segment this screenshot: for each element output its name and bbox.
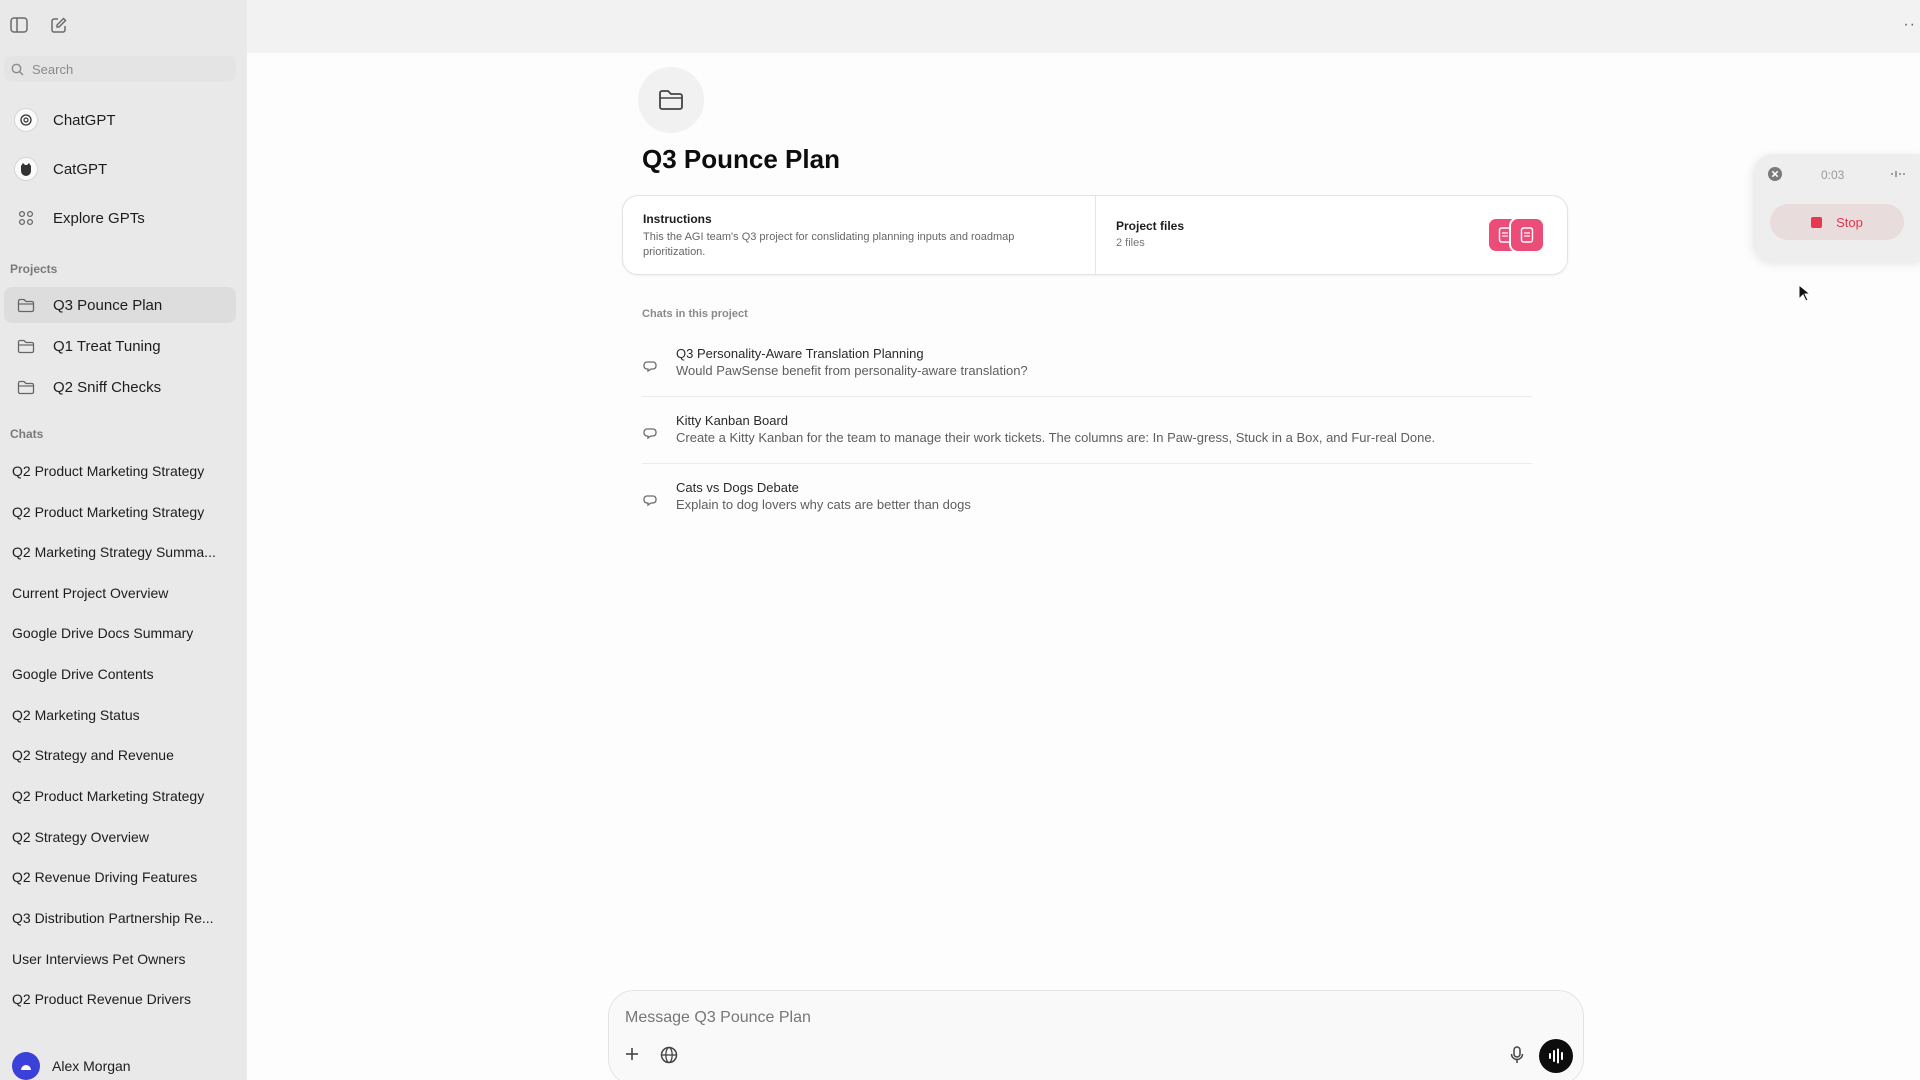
stop-icon (1811, 216, 1823, 228)
chat-list-item[interactable]: Q2 Revenue Driving Features (4, 860, 236, 894)
add-attachment-icon[interactable] (623, 1045, 641, 1068)
project-chats-label: Chats in this project (642, 308, 748, 320)
folder-icon (14, 334, 38, 358)
chat-list-item[interactable]: Q2 Strategy Overview (4, 820, 236, 854)
chat-list-item[interactable]: Q2 Product Marketing Strategy (4, 779, 236, 813)
instructions-panel[interactable]: Instructions This the AGI team's Q3 proj… (623, 196, 1096, 274)
waveform-icon (1549, 1048, 1563, 1064)
chat-list-item[interactable]: Q2 Product Marketing Strategy (4, 495, 236, 529)
chat-list-item[interactable]: Q2 Product Marketing Strategy (4, 454, 236, 488)
chat-bubble-icon (642, 360, 658, 379)
divider (642, 396, 1532, 397)
sidebar-item-catgpt[interactable]: CatGPT (4, 151, 236, 187)
project-chat-item[interactable]: Kitty Kanban Board Create a Kitty Kanban… (642, 413, 1542, 473)
chat-title: Q3 Personality-Aware Translation Plannin… (676, 346, 924, 361)
chat-list-item[interactable]: Google Drive Docs Summary (4, 616, 236, 650)
chat-title: Kitty Kanban Board (676, 413, 789, 428)
sidebar-item-project-q1-treat-tuning[interactable]: Q1 Treat Tuning (4, 328, 236, 364)
page-title: Q3 Pounce Plan (642, 144, 840, 174)
document-icon (1509, 217, 1545, 253)
close-icon[interactable] (1767, 166, 1783, 187)
file-thumbnails (1487, 217, 1547, 253)
project-folder-icon (638, 67, 704, 133)
sidebar-item-project-q2-sniff-checks[interactable]: Q2 Sniff Checks (4, 369, 236, 405)
chat-list-item[interactable]: Q2 Marketing Status (4, 698, 236, 732)
sidebar-item-label: CatGPT (53, 160, 108, 178)
chat-bubble-icon (642, 494, 658, 513)
project-info-card: Instructions This the AGI team's Q3 proj… (622, 195, 1568, 275)
search-input[interactable]: Search (4, 56, 236, 82)
chat-list-item[interactable]: Q3 Distribution Partnership Re... (4, 901, 236, 935)
grid-icon (14, 206, 38, 230)
sidebar: Search ChatGPT CatGPT Explore GPTs Proje… (0, 0, 247, 1080)
more-options-icon[interactable]: ·· (1903, 16, 1916, 34)
message-input[interactable]: Message Q3 Pounce Plan (625, 1009, 811, 1027)
chat-list-item[interactable]: Q2 Marketing Strategy Summa... (4, 535, 236, 569)
project-chat-item[interactable]: Q3 Personality-Aware Translation Plannin… (642, 346, 1542, 406)
avatar (12, 1052, 40, 1080)
sidebar-toolbar (8, 14, 70, 36)
chat-list-item[interactable]: Q2 Product Revenue Drivers (4, 982, 236, 1016)
sidebar-item-label: Q3 Pounce Plan (53, 296, 163, 314)
sidebar-item-project-q3-pounce-plan[interactable]: Q3 Pounce Plan (4, 287, 236, 323)
cat-avatar-icon (14, 157, 38, 181)
top-bar: ·· (247, 0, 1920, 53)
folder-icon (14, 293, 38, 317)
chat-snippet: Create a Kitty Kanban for the team to ma… (676, 430, 1436, 445)
stop-label: Stop (1836, 214, 1863, 230)
sidebar-toggle-icon[interactable] (8, 14, 30, 36)
instructions-heading: Instructions (643, 212, 712, 226)
chats-heading: Chats (10, 427, 44, 441)
search-placeholder: Search (32, 61, 74, 77)
new-chat-icon[interactable] (48, 14, 70, 36)
chat-snippet: Would PawSense benefit from personality-… (676, 363, 1028, 378)
chat-list-item[interactable]: User Interviews Pet Owners (4, 942, 236, 976)
project-chat-item[interactable]: Cats vs Dogs Debate Explain to dog lover… (642, 480, 1542, 540)
chat-snippet: Explain to dog lovers why cats are bette… (676, 497, 971, 512)
chat-list-item[interactable]: Q2 Strategy and Revenue (4, 738, 236, 772)
sidebar-item-label: Q1 Treat Tuning (53, 337, 161, 355)
microphone-icon[interactable] (1509, 1045, 1525, 1070)
chat-title: Cats vs Dogs Debate (676, 480, 799, 495)
projects-heading: Projects (10, 262, 58, 276)
chat-list-item[interactable]: Google Drive Contents (4, 657, 236, 691)
folder-icon (14, 375, 38, 399)
instructions-text: This the AGI team's Q3 project for consl… (643, 231, 1015, 258)
sidebar-item-label: ChatGPT (53, 111, 116, 129)
mouse-cursor-icon (1798, 283, 1812, 307)
openai-logo-icon (14, 108, 38, 132)
sidebar-item-chatgpt[interactable]: ChatGPT (4, 102, 236, 138)
chat-list-item[interactable]: Current Project Overview (4, 576, 236, 610)
files-heading: Project files (1116, 219, 1185, 233)
audio-level-icon (1890, 168, 1908, 182)
sidebar-item-label: Explore GPTs (53, 209, 145, 227)
search-icon (11, 63, 24, 75)
project-files-panel[interactable]: Project files 2 files (1096, 196, 1567, 274)
recording-widget: 0:03 Stop (1753, 154, 1920, 262)
app-window: Search ChatGPT CatGPT Explore GPTs Proje… (0, 0, 1920, 1080)
voice-mode-button[interactable] (1539, 1039, 1573, 1073)
user-name: Alex Morgan (52, 1058, 131, 1074)
message-composer[interactable]: Message Q3 Pounce Plan (608, 990, 1584, 1080)
files-count: 2 files (1116, 237, 1145, 249)
chat-bubble-icon (642, 427, 658, 446)
stop-recording-button[interactable]: Stop (1770, 204, 1904, 240)
globe-icon[interactable] (659, 1045, 679, 1070)
divider (642, 463, 1532, 464)
recording-timer: 0:03 (1821, 168, 1845, 182)
sidebar-item-explore-gpts[interactable]: Explore GPTs (4, 200, 236, 236)
sidebar-item-label: Q2 Sniff Checks (53, 378, 162, 396)
main-panel: ·· Q3 Pounce Plan Instructions This the … (247, 0, 1920, 1080)
user-profile-button[interactable]: Alex Morgan (12, 1052, 131, 1080)
